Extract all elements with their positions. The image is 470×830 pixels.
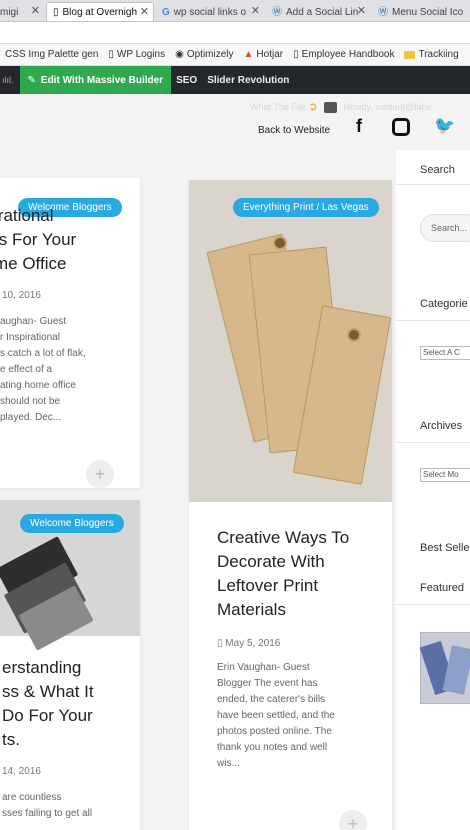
massive-builder-button[interactable]: ✎ Edit With Massive Builder bbox=[19, 66, 172, 94]
wp-admin-bar: ılıl. ✎ Edit With Massive Builder SEO Sl… bbox=[0, 66, 470, 94]
read-more-plus-icon[interactable]: + bbox=[86, 460, 114, 488]
slider-revolution-menu[interactable]: Slider Revolution bbox=[202, 75, 294, 86]
calendar-icon: ▯ bbox=[217, 638, 223, 649]
post-title-line[interactable]: ss & What It bbox=[2, 680, 94, 704]
close-icon[interactable]: ✕ bbox=[31, 2, 40, 21]
bookmark-optimizely[interactable]: ◉ Optimizely bbox=[170, 49, 238, 60]
category-select[interactable]: Select A C bbox=[420, 346, 470, 360]
tag-hole bbox=[273, 236, 287, 250]
bookmark-hotjar[interactable]: ▲ Hotjar bbox=[239, 49, 289, 60]
address-bar[interactable] bbox=[0, 22, 470, 44]
post-image-gift-tags[interactable] bbox=[189, 180, 392, 502]
folder-icon bbox=[404, 50, 416, 59]
page-icon: ▯ bbox=[108, 49, 114, 60]
post-title-line[interactable]: ts. bbox=[2, 728, 20, 752]
instagram-icon[interactable] bbox=[392, 118, 410, 136]
divider bbox=[396, 442, 470, 443]
post-excerpt: aughan- Guest r Inspirational s catch a … bbox=[0, 316, 86, 423]
best-sellers-heading: Best Selle bbox=[420, 542, 470, 554]
page-icon: ▯ bbox=[53, 7, 59, 18]
close-icon[interactable]: ✕ bbox=[357, 2, 366, 21]
faded-admin-links: What The File ➲ Howdy, content@fahe bbox=[250, 101, 432, 114]
post-card-3[interactable]: Welcome Bloggers erstanding ss & What It… bbox=[0, 500, 140, 830]
flame-icon: ▲ bbox=[243, 49, 254, 60]
divider bbox=[396, 604, 470, 605]
facebook-icon[interactable]: f bbox=[356, 116, 362, 137]
browser-tab-strip: migi ✕ ▯ Blog at Overnigh ✕ G wp social … bbox=[0, 0, 470, 22]
post-excerpt: are countless sses failing to get all bbox=[2, 792, 93, 819]
post-title-line[interactable]: erstanding bbox=[2, 656, 81, 680]
product-shape bbox=[442, 645, 470, 695]
bookmark-css-img-palette[interactable]: CSS Img Palette gen bbox=[0, 49, 103, 60]
twitter-icon[interactable]: 🐦 bbox=[434, 116, 455, 136]
tab-3[interactable]: G wp social links o ✕ bbox=[156, 2, 264, 21]
archives-heading: Archives bbox=[420, 420, 463, 432]
page-icon: ▯ bbox=[293, 49, 299, 60]
comment-icon bbox=[324, 102, 338, 114]
bookmark-trackiing[interactable]: Trackiing bbox=[399, 49, 463, 60]
tab-5[interactable]: Ⓦ Menu Social Ico bbox=[372, 2, 470, 21]
back-to-website-link[interactable]: Back to Website bbox=[258, 125, 330, 136]
post-title-line[interactable]: Do For Your bbox=[2, 704, 93, 728]
post-title-line[interactable]: Materials bbox=[217, 598, 286, 622]
site-content: What The File ➲ Howdy, content@fahe Back… bbox=[0, 94, 470, 830]
read-more-plus-icon[interactable]: + bbox=[339, 810, 367, 830]
divider bbox=[396, 320, 470, 321]
post-excerpt: Erin Vaughan- Guest Blogger The event ha… bbox=[217, 662, 335, 769]
post-title-line[interactable]: me Office bbox=[0, 252, 66, 276]
archive-select[interactable]: Select Mo bbox=[420, 468, 470, 482]
tag-hole bbox=[347, 328, 361, 342]
close-icon[interactable]: ✕ bbox=[140, 3, 149, 21]
tab-2[interactable]: ▯ Blog at Overnigh ✕ bbox=[46, 2, 154, 21]
lightbulb-icon: ➲ bbox=[308, 101, 318, 113]
post-card-1[interactable]: Welcome Bloggers irational ts For Your m… bbox=[0, 178, 140, 488]
tab-4[interactable]: Ⓦ Add a Social Lin ✕ bbox=[266, 2, 370, 21]
optimizely-icon: ◉ bbox=[175, 49, 184, 60]
search-input[interactable]: Search... bbox=[420, 214, 470, 242]
tab-1[interactable]: migi ✕ bbox=[0, 2, 44, 21]
post-date: ▯ May 5, 2016 bbox=[217, 638, 281, 649]
post-title-line[interactable]: ts For Your bbox=[0, 228, 76, 252]
post-card-2[interactable]: Everything Print / Las Vegas Creative Wa… bbox=[189, 180, 392, 830]
featured-heading: Featured bbox=[420, 582, 465, 594]
pencil-icon: ✎ bbox=[27, 74, 36, 86]
post-title-line[interactable]: Decorate With bbox=[217, 550, 325, 574]
sidebar: Search Search... Categorie Select A C Ar… bbox=[396, 150, 470, 830]
bookmark-wp-logins[interactable]: ▯ WP Logins bbox=[103, 49, 170, 60]
wordpress-icon: Ⓦ bbox=[272, 6, 282, 18]
google-icon: G bbox=[162, 6, 170, 18]
featured-product-thumbnail[interactable] bbox=[419, 632, 470, 704]
search-heading: Search bbox=[420, 164, 455, 176]
stats-icon[interactable]: ılıl. bbox=[0, 75, 20, 85]
post-title-line[interactable]: Leftover Print bbox=[217, 574, 318, 598]
categories-heading: Categorie bbox=[420, 298, 468, 310]
post-date: 14, 2016 bbox=[2, 766, 41, 777]
wordpress-icon: Ⓦ bbox=[378, 6, 388, 18]
bookmarks-bar: CSS Img Palette gen ▯ WP Logins ◉ Optimi… bbox=[0, 44, 470, 66]
close-icon[interactable]: ✕ bbox=[251, 2, 260, 21]
post-title-line[interactable]: Creative Ways To bbox=[217, 526, 349, 550]
category-badge[interactable]: Everything Print / Las Vegas bbox=[233, 198, 379, 217]
post-date: 10, 2016 bbox=[2, 290, 41, 301]
category-badge[interactable]: Welcome Bloggers bbox=[20, 514, 124, 533]
seo-menu[interactable]: SEO bbox=[171, 75, 202, 86]
divider bbox=[396, 184, 470, 185]
bookmark-employee-handbook[interactable]: ▯ Employee Handbook bbox=[288, 49, 399, 60]
post-title-line[interactable]: irational bbox=[0, 204, 54, 228]
